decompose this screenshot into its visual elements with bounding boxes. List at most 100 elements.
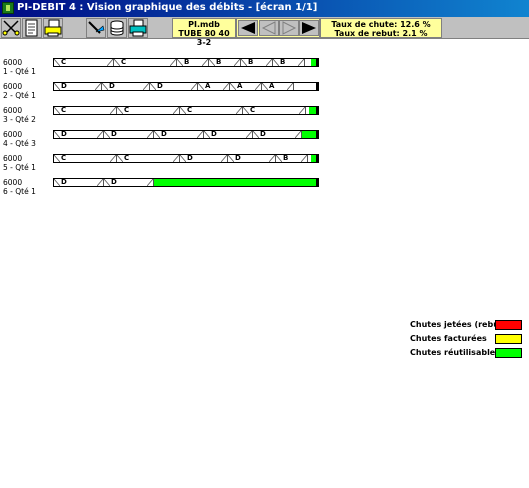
- miter-cut-right: [97, 131, 103, 138]
- piece-code: A: [205, 82, 211, 90]
- previous-page-icon[interactable]: [259, 20, 279, 36]
- stock-bar[interactable]: DD: [53, 178, 319, 187]
- bar-length: 6000: [3, 58, 23, 67]
- rates-box: Taux de chute: 12.6 % Taux de rebut: 2.1…: [320, 18, 442, 38]
- last-page-icon[interactable]: [299, 20, 319, 36]
- cut-piece[interactable]: D: [154, 130, 204, 138]
- cut-piece[interactable]: D: [104, 178, 154, 186]
- miter-cut-right: [221, 155, 227, 162]
- cut-piece[interactable]: B: [241, 58, 273, 66]
- miter-cut-right: [197, 131, 203, 138]
- miter-cut-right: [255, 83, 261, 90]
- cut-piece[interactable]: B: [209, 58, 241, 66]
- cut-piece[interactable]: D: [253, 130, 302, 138]
- cut-piece[interactable]: D: [54, 130, 104, 138]
- miter-cut-right: [234, 59, 240, 66]
- piece-code: D: [61, 178, 67, 186]
- cut-piece[interactable]: A: [262, 82, 294, 90]
- cut-piece[interactable]: B: [177, 58, 209, 66]
- piece-code: D: [111, 130, 117, 138]
- cut-piece[interactable]: D: [54, 178, 104, 186]
- document-icon[interactable]: [22, 18, 42, 38]
- stock-bar[interactable]: CCDDB: [53, 154, 319, 163]
- cut-piece[interactable]: C: [114, 58, 177, 66]
- app-icon[interactable]: [2, 2, 14, 14]
- stock-bar[interactable]: DDDAAA: [53, 82, 319, 91]
- bar-length: 6000: [3, 178, 23, 187]
- stock-bar[interactable]: CCCC: [53, 106, 319, 115]
- miter-cut-left: [177, 59, 183, 66]
- miter-cut-right: [269, 155, 275, 162]
- miter-cut-right: [202, 59, 208, 66]
- cut-piece[interactable]: D: [228, 154, 276, 162]
- cut-piece[interactable]: C: [54, 154, 117, 162]
- cut-piece[interactable]: C: [117, 154, 180, 162]
- cut-piece[interactable]: D: [54, 82, 102, 90]
- miter-cut-right: [143, 83, 149, 90]
- scissors-icon[interactable]: [1, 18, 21, 38]
- piece-code: D: [157, 82, 163, 90]
- miter-cut-right: [173, 107, 179, 114]
- miter-cut-left: [54, 107, 60, 114]
- cut-piece[interactable]: A: [198, 82, 230, 90]
- saw-cut-icon[interactable]: [86, 18, 106, 38]
- cut-piece[interactable]: D: [104, 130, 154, 138]
- cut-piece[interactable]: C: [243, 106, 306, 114]
- profile-name: TUBE 80 40 3-2: [178, 29, 230, 47]
- miter-cut-left: [209, 59, 215, 66]
- cut-piece[interactable]: B: [273, 58, 305, 66]
- piece-code: C: [124, 106, 130, 114]
- piece-code: B: [248, 58, 254, 66]
- cut-piece[interactable]: C: [180, 106, 243, 114]
- miter-cut-left: [204, 131, 210, 138]
- cut-piece[interactable]: C: [54, 58, 114, 66]
- bar-quantity-label: 4 - Qté 3: [3, 139, 36, 148]
- miter-cut-right: [147, 179, 153, 186]
- stock-bar[interactable]: CCBBBB: [53, 58, 319, 67]
- miter-cut-left: [54, 83, 60, 90]
- piece-code: C: [250, 106, 256, 114]
- miter-cut-left: [117, 155, 123, 162]
- piece-code: C: [124, 154, 130, 162]
- navigation-box: [236, 18, 320, 38]
- miter-cut-right: [266, 59, 272, 66]
- miter-cut-right: [236, 107, 242, 114]
- miter-cut-left: [276, 155, 282, 162]
- next-page-icon[interactable]: [279, 20, 299, 36]
- cut-piece[interactable]: D: [180, 154, 228, 162]
- bar-quantity-label: 5 - Qté 1: [3, 163, 36, 172]
- stack-icon[interactable]: [107, 18, 127, 38]
- piece-code: B: [184, 58, 190, 66]
- cut-piece[interactable]: C: [117, 106, 180, 114]
- printer-icon[interactable]: [128, 18, 148, 38]
- print-preview-icon[interactable]: [43, 18, 63, 38]
- bar-end-marker: [316, 131, 318, 138]
- miter-cut-right: [173, 155, 179, 162]
- piece-code: D: [187, 154, 193, 162]
- miter-cut-left: [102, 83, 108, 90]
- bar-end-marker: [316, 155, 318, 162]
- legend-label: Chutes facturées: [410, 334, 487, 343]
- cut-piece[interactable]: D: [102, 82, 150, 90]
- stock-bar[interactable]: DDDDD: [53, 130, 319, 139]
- miter-cut-right: [95, 83, 101, 90]
- cut-piece[interactable]: B: [276, 154, 308, 162]
- first-page-icon[interactable]: [238, 20, 258, 36]
- cut-piece[interactable]: A: [230, 82, 262, 90]
- miter-cut-right: [299, 107, 305, 114]
- bar-length: 6000: [3, 154, 23, 163]
- piece-code: C: [187, 106, 193, 114]
- miter-cut-left: [262, 83, 268, 90]
- miter-cut-left: [54, 179, 60, 186]
- reusable-scrap: [154, 179, 316, 186]
- cut-piece[interactable]: D: [204, 130, 253, 138]
- cut-piece[interactable]: C: [54, 106, 117, 114]
- miter-cut-right: [223, 83, 229, 90]
- miter-cut-left: [243, 107, 249, 114]
- bar-end-marker: [316, 59, 318, 66]
- cut-piece[interactable]: D: [150, 82, 198, 90]
- miter-cut-left: [54, 131, 60, 138]
- miter-cut-left: [230, 83, 236, 90]
- piece-code: D: [260, 130, 266, 138]
- window-title: PI-DEBIT 4 : Vision graphique des débits…: [17, 2, 318, 13]
